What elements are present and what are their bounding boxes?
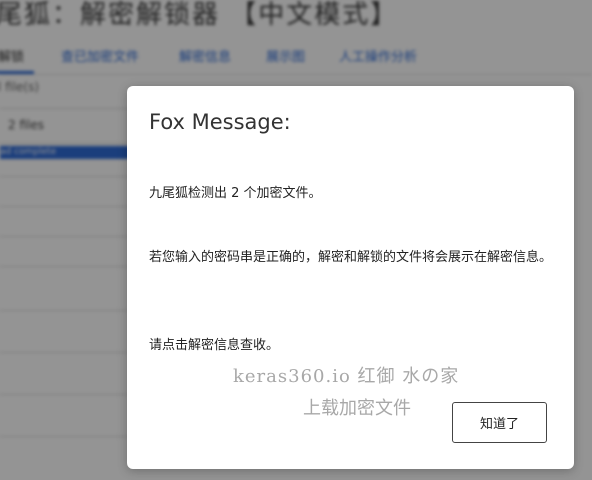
watermark-text: keras360.io 红御 水の家 [233, 366, 460, 387]
check-info-message: 请点击解密信息查收。 [149, 338, 280, 353]
dialog-title: Fox Message: [149, 110, 291, 134]
password-info-message: 若您输入的密码串是正确的，解密和解锁的文件将会展示在解密信息。 [149, 250, 553, 265]
watermark-upload-text: 上载加密文件 [303, 398, 411, 419]
ok-button[interactable]: 知道了 [452, 402, 547, 443]
fox-message-dialog: Fox Message: 九尾狐检测出 2 个加密文件。 若您输入的密码串是正确… [127, 86, 574, 469]
detected-files-message: 九尾狐检测出 2 个加密文件。 [149, 186, 322, 201]
